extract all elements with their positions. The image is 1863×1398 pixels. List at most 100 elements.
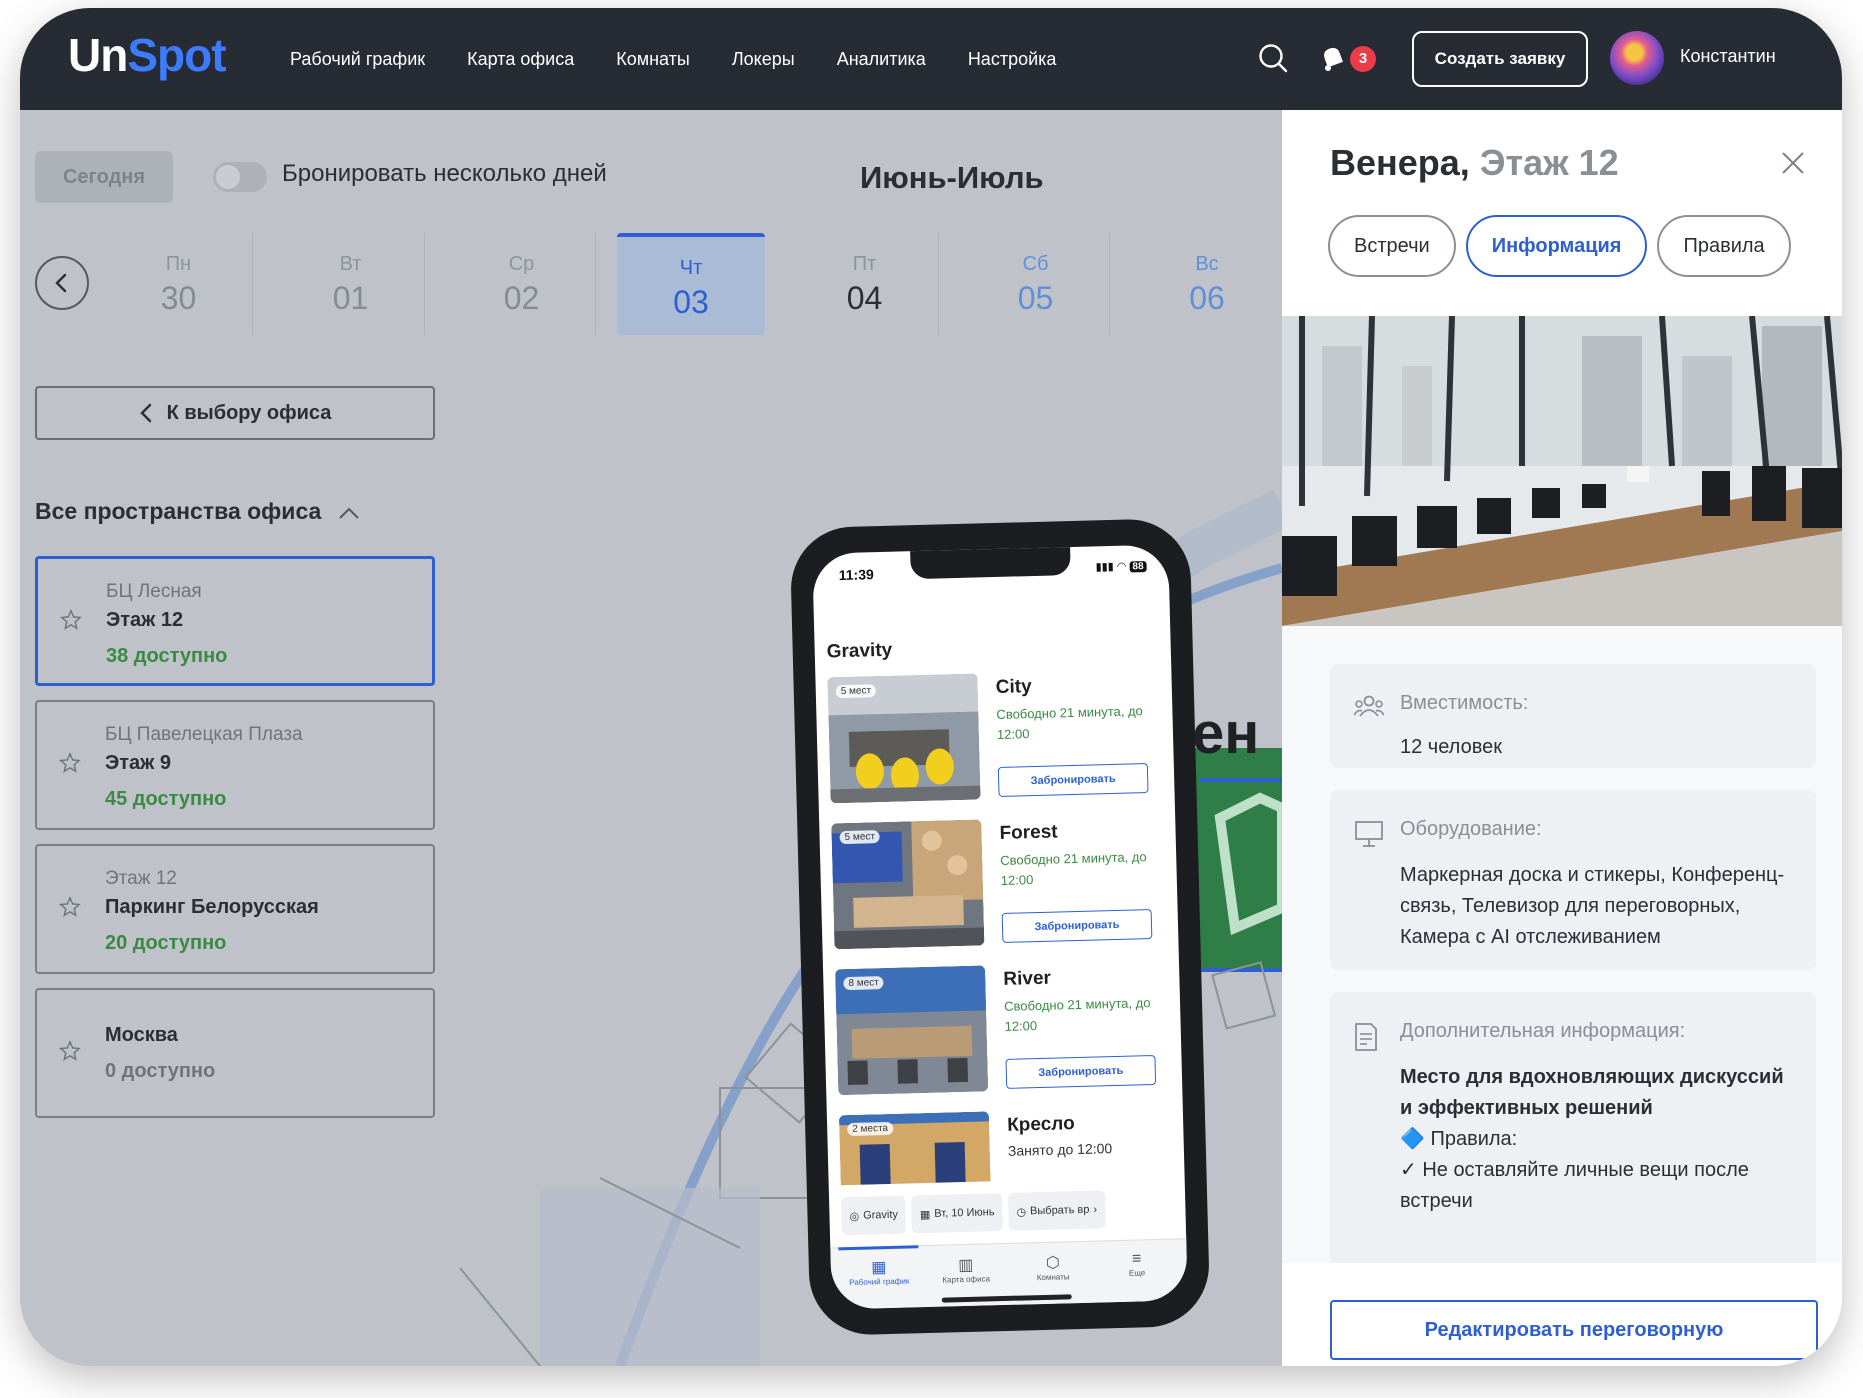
day-name: Ср xyxy=(508,253,535,275)
location-pin-icon: ◎ xyxy=(849,1210,860,1223)
room-details-panel: Венера, Этаж 12 Встречи Информация Прави… xyxy=(1282,110,1842,1366)
room-name: City xyxy=(995,676,1032,699)
day-thu-selected[interactable]: Чт 03 xyxy=(617,233,765,335)
room-capacity-tag: 2 места xyxy=(847,1121,894,1137)
day-name: Сб xyxy=(1022,253,1049,275)
unspot-logo[interactable]: UnSpot xyxy=(68,28,227,82)
tab-work-schedule[interactable]: ▦ Рабочий график xyxy=(839,1256,920,1287)
day-sun[interactable]: Вс 06 xyxy=(1133,233,1281,335)
tab-label: Комнаты xyxy=(1036,1272,1070,1283)
book-room-button[interactable]: Забронировать xyxy=(1005,1054,1157,1089)
office-card[interactable]: БЦ Павелецкая Плаза Этаж 9 45 доступно xyxy=(35,700,435,830)
tab-label: Еще xyxy=(1128,1268,1146,1278)
active-tab-indicator xyxy=(838,1245,919,1251)
day-fri[interactable]: Пт 04 xyxy=(791,233,939,335)
month-label: Июнь-Июль xyxy=(860,160,1044,195)
calendar-icon: ▦ xyxy=(919,1208,931,1221)
office-card[interactable]: Этаж 12 Паркинг Белорусская 20 доступно xyxy=(35,844,435,974)
room-item[interactable]: 2 места Кресло Занято до 12:00 xyxy=(838,1106,1177,1186)
capacity-label: Вместимость: xyxy=(1400,692,1529,714)
chevron-up-icon[interactable] xyxy=(338,506,360,520)
monitor-icon xyxy=(1355,821,1383,847)
room-name: Кресло xyxy=(1006,1113,1075,1136)
phone-mockup: 11:39 ▮▮▮ ◠ 88 Gravity 5 мест City Свобо… xyxy=(789,517,1211,1337)
star-icon[interactable] xyxy=(59,752,81,774)
user-avatar[interactable] xyxy=(1610,31,1664,85)
edit-room-button[interactable]: Редактировать переговорную xyxy=(1330,1300,1818,1360)
book-room-button[interactable]: Забронировать xyxy=(997,763,1149,797)
office-card[interactable]: БЦ Лесная Этаж 12 38 доступно xyxy=(35,556,435,686)
tab-information[interactable]: Информация xyxy=(1465,215,1648,277)
day-name: Вс xyxy=(1195,253,1219,275)
office-building: БЦ Лесная xyxy=(106,581,202,602)
tab-office-map[interactable]: ▥ Карта офиса xyxy=(926,1254,1007,1285)
multi-day-toggle[interactable] xyxy=(213,162,267,192)
multi-day-label: Бронировать несколько дней xyxy=(282,160,607,187)
book-room-button[interactable]: Забронировать xyxy=(1001,909,1153,943)
nav-item-lockers[interactable]: Локеры xyxy=(732,49,795,70)
filter-time[interactable]: ◷ Выбрать вр › xyxy=(1007,1190,1106,1231)
room-capacity-tag: 5 мест xyxy=(839,830,881,845)
tab-meetings[interactable]: Встречи xyxy=(1328,215,1456,277)
nav-item-office-map[interactable]: Карта офиса xyxy=(467,49,574,70)
user-name[interactable]: Константин xyxy=(1680,46,1776,67)
create-request-button[interactable]: Создать заявку xyxy=(1412,31,1588,87)
room-icon: ⬡ xyxy=(1045,1254,1061,1272)
capacity-value: 12 человек xyxy=(1400,736,1502,758)
search-icon[interactable] xyxy=(1256,41,1290,75)
chevron-left-icon xyxy=(139,403,151,423)
day-date: 30 xyxy=(160,280,197,316)
day-tue[interactable]: Вт 01 xyxy=(277,233,425,335)
home-indicator xyxy=(941,1294,1072,1303)
nav-item-work-schedule[interactable]: Рабочий график xyxy=(290,49,425,70)
room-status: Свободно 21 минута, до 12:00 xyxy=(996,703,1143,743)
phone-screen: 11:39 ▮▮▮ ◠ 88 Gravity 5 мест City Свобо… xyxy=(812,544,1188,1310)
star-icon[interactable] xyxy=(59,1040,81,1062)
phone-filters: ◎ Gravity ▦ Вт, 10 Июнь ◷ Выбрать вр › xyxy=(841,1188,1182,1237)
tab-rules[interactable]: Правила xyxy=(1657,215,1791,277)
phone-notch xyxy=(910,545,1071,580)
back-to-office-button[interactable]: К выбору офиса xyxy=(35,386,435,440)
people-icon xyxy=(1354,695,1384,717)
day-sat[interactable]: Сб 05 xyxy=(962,233,1110,335)
star-icon[interactable] xyxy=(59,896,81,918)
day-mon[interactable]: Пн 30 xyxy=(105,233,253,335)
room-photo: 5 мест xyxy=(827,673,981,804)
room-item[interactable]: 5 мест Forest Свободно 21 минута, до 12:… xyxy=(831,815,1170,956)
phone-time: 11:39 xyxy=(838,566,874,584)
nav-item-analytics[interactable]: Аналитика xyxy=(837,49,926,70)
building-icon: ▥ xyxy=(958,1256,974,1275)
back-to-office-label: К выбору офиса xyxy=(166,401,332,424)
battery-level: 88 xyxy=(1129,561,1147,573)
extra-info-value: Место для вдохновляющих дискуссий и эффе… xyxy=(1400,1062,1800,1217)
week-days: Пн 30 Вт 01 Ср 02 Чт 03 Пт 04 Сб 05 Вс 06 xyxy=(105,233,1300,335)
tab-more[interactable]: ≡ Еще xyxy=(1097,1249,1178,1278)
star-icon[interactable] xyxy=(60,609,82,631)
info-section: Вместимость: 12 человек Оборудование: Ма… xyxy=(1282,626,1842,1366)
nav-item-rooms[interactable]: Комнаты xyxy=(616,49,690,70)
room-photo: 8 мест xyxy=(835,965,989,1096)
main-nav: Рабочий график Карта офиса Комнаты Локер… xyxy=(290,8,1056,110)
nav-item-settings[interactable]: Настройка xyxy=(968,49,1057,70)
close-icon[interactable] xyxy=(1780,150,1806,176)
extra-info-rule: ✓ Не оставляйте личные вещи после встреч… xyxy=(1400,1159,1749,1212)
top-navigation-bar: UnSpot Рабочий график Карта офиса Комнат… xyxy=(20,8,1842,110)
room-photo: 2 места xyxy=(838,1111,993,1186)
filter-location[interactable]: ◎ Gravity xyxy=(841,1195,907,1236)
room-item[interactable]: 8 мест River Свободно 21 минута, до 12:0… xyxy=(835,961,1174,1102)
extra-info-heading: Место для вдохновляющих дискуссий и эффе… xyxy=(1400,1066,1784,1119)
notification-bell-icon[interactable] xyxy=(1316,41,1350,75)
day-wed[interactable]: Ср 02 xyxy=(448,233,596,335)
extra-info-rules-title: 🔷 Правила: xyxy=(1400,1128,1518,1150)
panel-tabs: Встречи Информация Правила xyxy=(1328,215,1791,277)
room-status: Свободно 21 минута, до 12:00 xyxy=(1003,995,1151,1034)
filter-date[interactable]: ▦ Вт, 10 Июнь xyxy=(911,1193,1003,1234)
tab-rooms[interactable]: ⬡ Комнаты xyxy=(1013,1252,1094,1283)
room-item[interactable]: 5 мест City Свободно 21 минута, до 12:00… xyxy=(827,669,1166,810)
previous-week-button[interactable] xyxy=(35,256,89,310)
menu-icon: ≡ xyxy=(1131,1250,1142,1268)
today-button[interactable]: Сегодня xyxy=(35,151,173,203)
tab-label: Карта офиса xyxy=(942,1274,991,1285)
office-card[interactable]: Москва 0 доступно xyxy=(35,988,435,1118)
calendar-icon: ▦ xyxy=(871,1259,887,1277)
